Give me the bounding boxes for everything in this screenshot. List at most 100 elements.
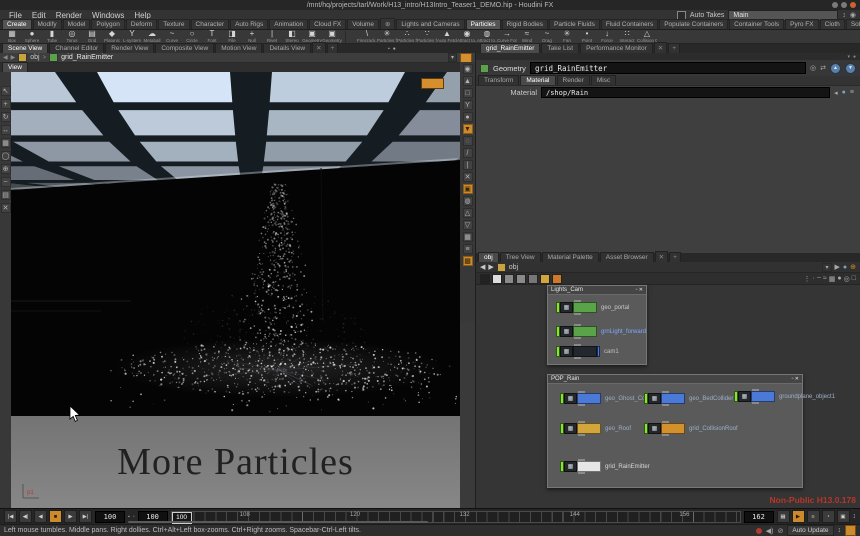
points-mode-icon[interactable]: ◌ — [463, 136, 473, 146]
backface-icon[interactable]: ▽ — [463, 220, 473, 230]
tab-view[interactable]: View — [2, 62, 28, 72]
netbox-controls-icon[interactable]: ▫ ✕ — [792, 376, 799, 382]
magnify-icon[interactable]: ◎ — [844, 275, 850, 283]
shelf-tool-grid[interactable]: ▤Grid — [82, 30, 102, 43]
pane-add-icon-2[interactable]: + — [668, 43, 680, 53]
take-spinner-icon[interactable]: ↕ — [842, 12, 846, 19]
shelf-tool-force[interactable]: ↓Force — [597, 30, 617, 43]
pane-tab-render-view[interactable]: Render View — [105, 43, 154, 53]
node-body[interactable] — [577, 423, 601, 434]
param-tab-misc[interactable]: Misc — [591, 75, 616, 85]
node-input-connector[interactable] — [574, 300, 581, 302]
grid-display-icon[interactable]: ▦ — [463, 232, 473, 242]
current-frame-field[interactable]: 100 — [95, 511, 125, 523]
play-reverse-button[interactable]: ◀ — [34, 510, 47, 523]
material-field[interactable]: /shop/Rain — [541, 87, 830, 98]
playbar-settings-icon[interactable]: ▣ — [837, 510, 850, 523]
net-play-icon[interactable]: ▶ — [835, 263, 840, 271]
handles-tool-icon[interactable]: ▦ — [1, 138, 11, 148]
next-frame-button[interactable]: ▶| — [79, 510, 92, 523]
node-body[interactable] — [661, 423, 685, 434]
node-geo-roof[interactable]: ▦geo_Roof — [560, 423, 631, 434]
shelf-tab-volume[interactable]: Volume — [347, 19, 379, 29]
node-grid-collisionroof[interactable]: ▦grid_CollisionRoof — [644, 423, 738, 434]
param-up-button[interactable]: ▲ — [830, 63, 841, 74]
node-output-connector[interactable] — [662, 434, 669, 436]
netbox-pop-rain[interactable]: POP_Rain▫ ✕▦geo_Ghost_Collision▦geo_BedC… — [547, 374, 803, 488]
pane-tab-motion-view[interactable]: Motion View — [215, 43, 262, 53]
shelf-tool-attract-to[interactable]: ◉Attract to... — [457, 30, 477, 43]
node-output-connector[interactable] — [574, 313, 581, 315]
pane-tab-composite-view[interactable]: Composite View — [155, 43, 214, 53]
shelf-tool-particles-f[interactable]: ✳Particles f... — [377, 30, 397, 43]
node-grid-rainemitter[interactable]: ▦grid_RainEmitter — [560, 461, 650, 472]
snap-tool-icon[interactable]: ⊕ — [1, 164, 11, 174]
grid-snap-icon[interactable]: ▦ — [829, 275, 836, 283]
network-tab-obj[interactable]: obj — [478, 252, 499, 262]
param-down-button[interactable]: ▼ — [845, 63, 856, 74]
node-body[interactable] — [751, 391, 775, 402]
clock-icon[interactable]: ◔ — [822, 510, 835, 523]
param-tab-transform[interactable]: Transform — [478, 75, 519, 85]
node-output-connector[interactable] — [578, 434, 585, 436]
node-cam1[interactable]: ▦cam1 — [556, 346, 619, 357]
shelf-tool-auto-fetch[interactable]: ▲Auto Fetch — [437, 30, 457, 43]
net-node-swatch-0[interactable] — [480, 274, 490, 284]
shelf-tool-l-system[interactable]: YL-system — [122, 30, 142, 43]
pose-tool-icon[interactable]: ◯ — [1, 151, 11, 161]
network-tab-tree-view[interactable]: Tree View — [500, 252, 541, 262]
range-link-icon[interactable]: ▫ — [133, 514, 135, 520]
scene-viewport[interactable]: More Particles p1 — [11, 72, 460, 508]
node-output-connector[interactable] — [574, 357, 581, 359]
keyframe-icon[interactable]: ▦ — [777, 510, 790, 523]
shelf-tool-font[interactable]: TFont — [202, 30, 222, 43]
netbox-lights-cam[interactable]: Lights_Cam▫ ✕▦geo_portal▦grnLight_forwar… — [547, 285, 647, 365]
misc-tool-icon[interactable]: ✕ — [1, 203, 11, 213]
shelf-tab-lights-and-cameras[interactable]: Lights and Cameras — [396, 19, 464, 29]
shelf-tool-interact[interactable]: ∷Interact — [617, 30, 637, 43]
shelf-tool-firecrack[interactable]: \Firecrack... — [357, 30, 377, 43]
node-input-connector[interactable] — [662, 391, 669, 393]
net-node-swatch-2[interactable] — [504, 274, 514, 284]
curve-tool-icon[interactable]: ~ — [1, 177, 11, 187]
shelf-tool-curve[interactable]: ~Curve — [162, 30, 182, 43]
net-node-swatch-3[interactable] — [516, 274, 526, 284]
node-body[interactable] — [661, 393, 685, 404]
pane-tab-scene-view[interactable]: Scene View — [2, 43, 48, 53]
shelf-tool-point[interactable]: •Point — [577, 30, 597, 43]
rotate-tool-icon[interactable]: ↻ — [1, 112, 11, 122]
network-tab-asset-browser[interactable]: Asset Browser — [600, 252, 654, 262]
audio-mute-icon[interactable]: ◀) — [766, 527, 774, 535]
maximize-button[interactable] — [841, 2, 847, 8]
audio-icon[interactable]: ▶ — [792, 510, 805, 523]
shelf-tab-auto-rigs[interactable]: Auto Rigs — [230, 19, 268, 29]
shelf-tool-curve-force[interactable]: →Curve Force — [497, 30, 517, 43]
dot-icon[interactable]: ● — [837, 275, 841, 282]
shelf-tab-container-tools[interactable]: Container Tools — [729, 19, 784, 29]
node-input-connector[interactable] — [578, 459, 585, 461]
wire-icon[interactable]: ◍ — [463, 196, 473, 206]
pane-tab-channel-editor[interactable]: Channel Editor — [49, 43, 104, 53]
network-close-icon[interactable]: ✕ — [655, 251, 668, 262]
network-canvas[interactable]: Non-Public H13.0.178 Lights_Cam▫ ✕▦geo_p… — [476, 285, 860, 508]
options-list-icon[interactable]: ≡ — [807, 510, 820, 523]
net-node-swatch-6[interactable] — [552, 274, 562, 284]
node-body[interactable] — [577, 393, 601, 404]
shade-icon[interactable]: ▣ — [463, 184, 473, 194]
wire-style-icon[interactable]: ~ — [817, 275, 821, 282]
shelf-tab-texture[interactable]: Texture — [158, 19, 189, 29]
normals-icon[interactable]: △ — [463, 208, 473, 218]
pane-tab-details-view[interactable]: Details View — [263, 43, 311, 53]
net-node-swatch-4[interactable] — [528, 274, 538, 284]
flow-icon[interactable]: ≈ — [823, 275, 827, 282]
shelf-tool-box[interactable]: ▦Box — [2, 30, 22, 43]
path-dropdown-icon[interactable]: ▾ — [448, 53, 457, 62]
range-lock-icon[interactable]: ▪ — [128, 514, 130, 520]
netbox-controls-icon[interactable]: ▫ ✕ — [636, 287, 643, 293]
timeline-scrollbar[interactable] — [128, 521, 428, 523]
range-end-field[interactable]: 162 — [744, 511, 774, 523]
shelf-tool-platonic[interactable]: ◆Platonic — [102, 30, 122, 43]
path-back-icon[interactable]: ◀ — [3, 54, 8, 61]
shelf-tool-drag[interactable]: ~Drag — [537, 30, 557, 43]
net-sphere-icon[interactable]: ● — [843, 264, 847, 271]
